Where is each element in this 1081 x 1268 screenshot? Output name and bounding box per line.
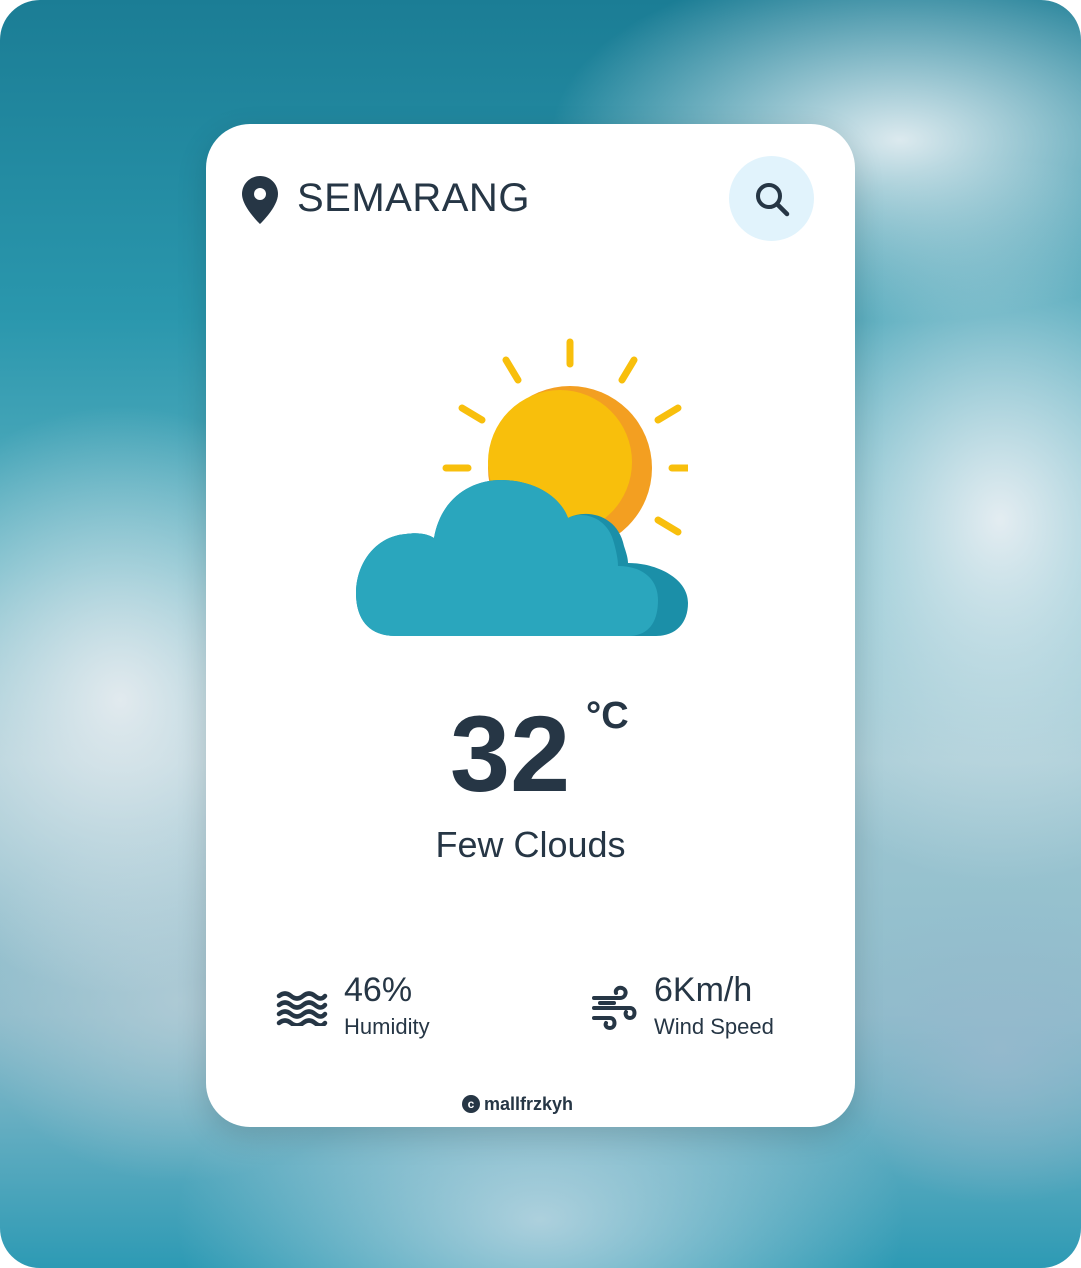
- temperature-unit: °C: [586, 695, 629, 737]
- sun-behind-cloud-icon: [356, 338, 688, 636]
- author-name: mallfrzkyh: [484, 1094, 574, 1114]
- search-icon: [755, 182, 789, 216]
- temperature-value: 32: [450, 693, 571, 814]
- wind-icon: [592, 985, 637, 1031]
- city-name: SEMARANG: [297, 176, 530, 220]
- weather-card: SEMARANG 32 °C Few Clouds 46% Humidity 6…: [206, 124, 855, 1127]
- background: SEMARANG 32 °C Few Clouds 46% Humidity 6…: [0, 0, 1081, 1268]
- wind-speed-value: 6Km/h: [654, 971, 753, 1009]
- search-button[interactable]: [729, 156, 814, 241]
- author-credit: c mallfrzkyh: [462, 1094, 573, 1114]
- water-waves-icon: [276, 991, 328, 1026]
- map-pin-icon: [242, 176, 278, 224]
- humidity-label: Humidity: [344, 1014, 430, 1039]
- humidity-value: 46%: [344, 971, 413, 1009]
- weather-description: Few Clouds: [435, 824, 626, 865]
- wind-speed-label: Wind Speed: [654, 1014, 774, 1039]
- copyright-icon: c: [462, 1095, 480, 1113]
